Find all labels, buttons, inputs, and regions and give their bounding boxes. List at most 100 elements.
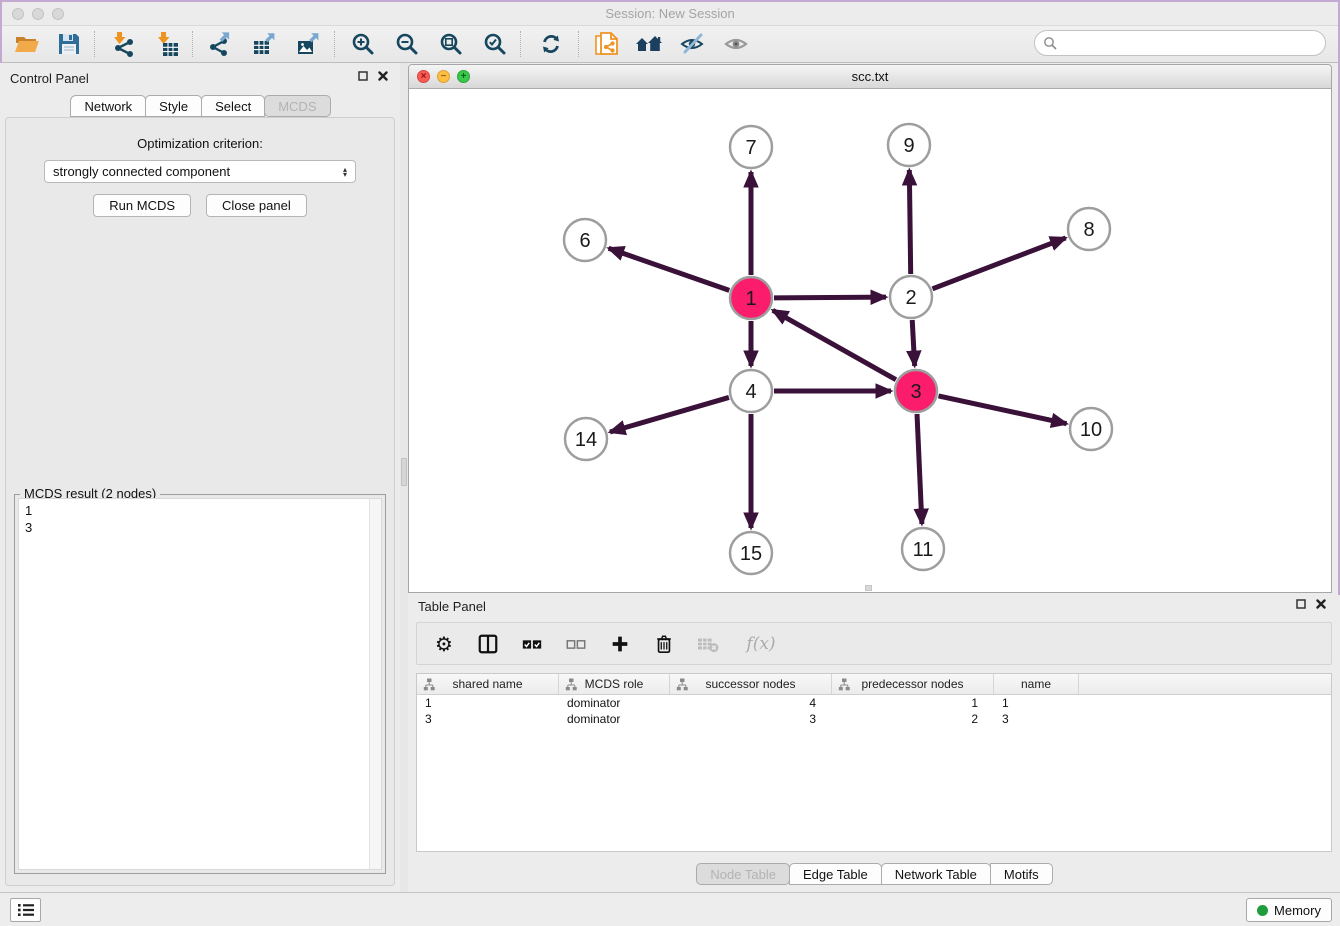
node-table: shared name MCDS role successor nodes pr… <box>416 673 1332 852</box>
run-mcds-button[interactable]: Run MCDS <box>93 194 191 217</box>
deselect-all-button[interactable] <box>563 631 589 657</box>
zoom-selected-button[interactable] <box>478 28 512 60</box>
graph-edge-4-14[interactable] <box>610 397 729 432</box>
table-cell[interactable]: dominator <box>559 695 670 711</box>
graph-node-6[interactable]: 6 <box>564 219 606 261</box>
float-table-panel-icon[interactable] <box>1296 599 1306 609</box>
column-label: predecessor nodes <box>861 677 963 691</box>
table-cell[interactable]: 3 <box>670 711 832 727</box>
criterion-select[interactable]: strongly connected component ▴▾ <box>44 160 356 183</box>
table-cell[interactable]: dominator <box>559 711 670 727</box>
table-cell[interactable]: 1 <box>832 695 994 711</box>
splitter-handle[interactable] <box>401 458 407 486</box>
tab-network-table[interactable]: Network Table <box>881 863 991 885</box>
table-panel: Table Panel ⚙ <box>408 595 1340 892</box>
memory-button[interactable]: Memory <box>1246 898 1332 922</box>
add-entry-button[interactable] <box>607 631 633 657</box>
graph-node-2[interactable]: 2 <box>890 276 932 318</box>
graph-node-9[interactable]: 9 <box>888 124 930 166</box>
control-panel-title: Control Panel <box>10 71 89 86</box>
graph-node-3[interactable]: 3 <box>895 370 937 412</box>
result-scrollbar[interactable] <box>369 499 381 869</box>
column-header-mcds-role[interactable]: MCDS role <box>559 674 670 694</box>
graph-edge-3-1[interactable] <box>773 310 896 379</box>
search-box <box>1034 30 1326 56</box>
select-all-button[interactable] <box>519 631 545 657</box>
tab-mcds[interactable]: MCDS <box>264 95 330 117</box>
column-header-successor-nodes[interactable]: successor nodes <box>670 674 832 694</box>
toolbar-separator <box>334 31 335 57</box>
first-neighbors-button[interactable] <box>632 28 666 60</box>
trash-icon <box>654 633 674 655</box>
graph-node-10[interactable]: 10 <box>1070 408 1112 450</box>
close-panel-button[interactable]: Close panel <box>206 194 307 217</box>
table-cell[interactable]: 1 <box>994 695 1079 711</box>
tab-style[interactable]: Style <box>145 95 202 117</box>
table-cell[interactable]: 4 <box>670 695 832 711</box>
graph-edge-3-10[interactable] <box>938 396 1066 424</box>
export-network-button[interactable] <box>204 28 238 60</box>
main-toolbar <box>2 26 1338 63</box>
hierarchy-icon <box>565 678 577 691</box>
import-network-button[interactable] <box>106 28 140 60</box>
table-row[interactable]: 3dominator323 <box>417 711 1331 727</box>
export-image-button[interactable] <box>292 28 326 60</box>
float-panel-icon[interactable] <box>358 71 368 81</box>
show-all-button[interactable] <box>720 28 754 60</box>
graph-node-4[interactable]: 4 <box>730 370 772 412</box>
graph-node-label: 11 <box>913 539 934 561</box>
column-header-predecessor-nodes[interactable]: predecessor nodes <box>832 674 994 694</box>
graph-edge-3-11[interactable] <box>917 414 922 524</box>
tab-node-table[interactable]: Node Table <box>696 863 790 885</box>
graph-edge-2-8[interactable] <box>932 238 1065 289</box>
table-settings-button[interactable]: ⚙ <box>431 631 457 657</box>
close-table-panel-icon[interactable] <box>1316 599 1326 609</box>
table-row[interactable]: 1dominator411 <box>417 695 1331 711</box>
new-network-from-selection-button[interactable] <box>590 28 624 60</box>
table-cell[interactable]: 1 <box>417 695 559 711</box>
graph-node-14[interactable]: 14 <box>565 418 607 460</box>
open-file-button[interactable] <box>10 28 44 60</box>
column-label: shared name <box>452 677 522 691</box>
graph-node-11[interactable]: 11 <box>902 528 944 570</box>
canvas-resize-handle[interactable] <box>865 585 872 591</box>
table-cell[interactable]: 3 <box>994 711 1079 727</box>
graph-node-15[interactable]: 15 <box>730 532 772 574</box>
network-canvas[interactable]: 1 2 3 4 6 7 8 9 10 11 14 15 <box>409 89 1331 592</box>
export-network-icon <box>208 31 234 57</box>
memory-status-icon <box>1257 905 1268 916</box>
graph-edge-1-6[interactable] <box>609 248 730 290</box>
graph-edge-1-2[interactable] <box>774 297 886 298</box>
column-header-shared-name[interactable]: shared name <box>417 674 559 694</box>
table-cell[interactable]: 3 <box>417 711 559 727</box>
tab-network[interactable]: Network <box>70 95 146 117</box>
import-table-button[interactable] <box>150 28 184 60</box>
graph-node-7[interactable]: 7 <box>730 126 772 168</box>
tab-select[interactable]: Select <box>201 95 265 117</box>
save-session-button[interactable] <box>52 28 86 60</box>
table-cell[interactable]: 2 <box>832 711 994 727</box>
delete-entry-button[interactable] <box>651 631 677 657</box>
column-header-name[interactable]: name <box>994 674 1079 694</box>
vertical-splitter[interactable] <box>400 63 408 892</box>
graph-node-label: 15 <box>740 543 762 565</box>
refresh-view-button[interactable] <box>534 28 568 60</box>
tab-edge-table[interactable]: Edge Table <box>789 863 882 885</box>
mcds-result-textarea[interactable]: 1 3 <box>18 498 382 870</box>
zoom-in-button[interactable] <box>346 28 380 60</box>
graph-edge-2-9[interactable] <box>909 170 910 274</box>
tab-motifs[interactable]: Motifs <box>990 863 1053 885</box>
graph-edge-2-3[interactable] <box>912 320 914 366</box>
export-table-button[interactable] <box>248 28 282 60</box>
task-history-button[interactable] <box>10 898 41 922</box>
zoom-fit-button[interactable] <box>434 28 468 60</box>
application-window: Session: New Session <box>0 0 1340 926</box>
search-input[interactable] <box>1062 33 1325 53</box>
close-panel-icon[interactable] <box>378 71 388 81</box>
hide-selected-button[interactable] <box>676 28 710 60</box>
show-columns-button[interactable] <box>475 631 501 657</box>
hierarchy-icon <box>838 678 850 691</box>
graph-node-8[interactable]: 8 <box>1068 208 1110 250</box>
zoom-out-button[interactable] <box>390 28 424 60</box>
graph-node-1[interactable]: 1 <box>730 277 772 319</box>
